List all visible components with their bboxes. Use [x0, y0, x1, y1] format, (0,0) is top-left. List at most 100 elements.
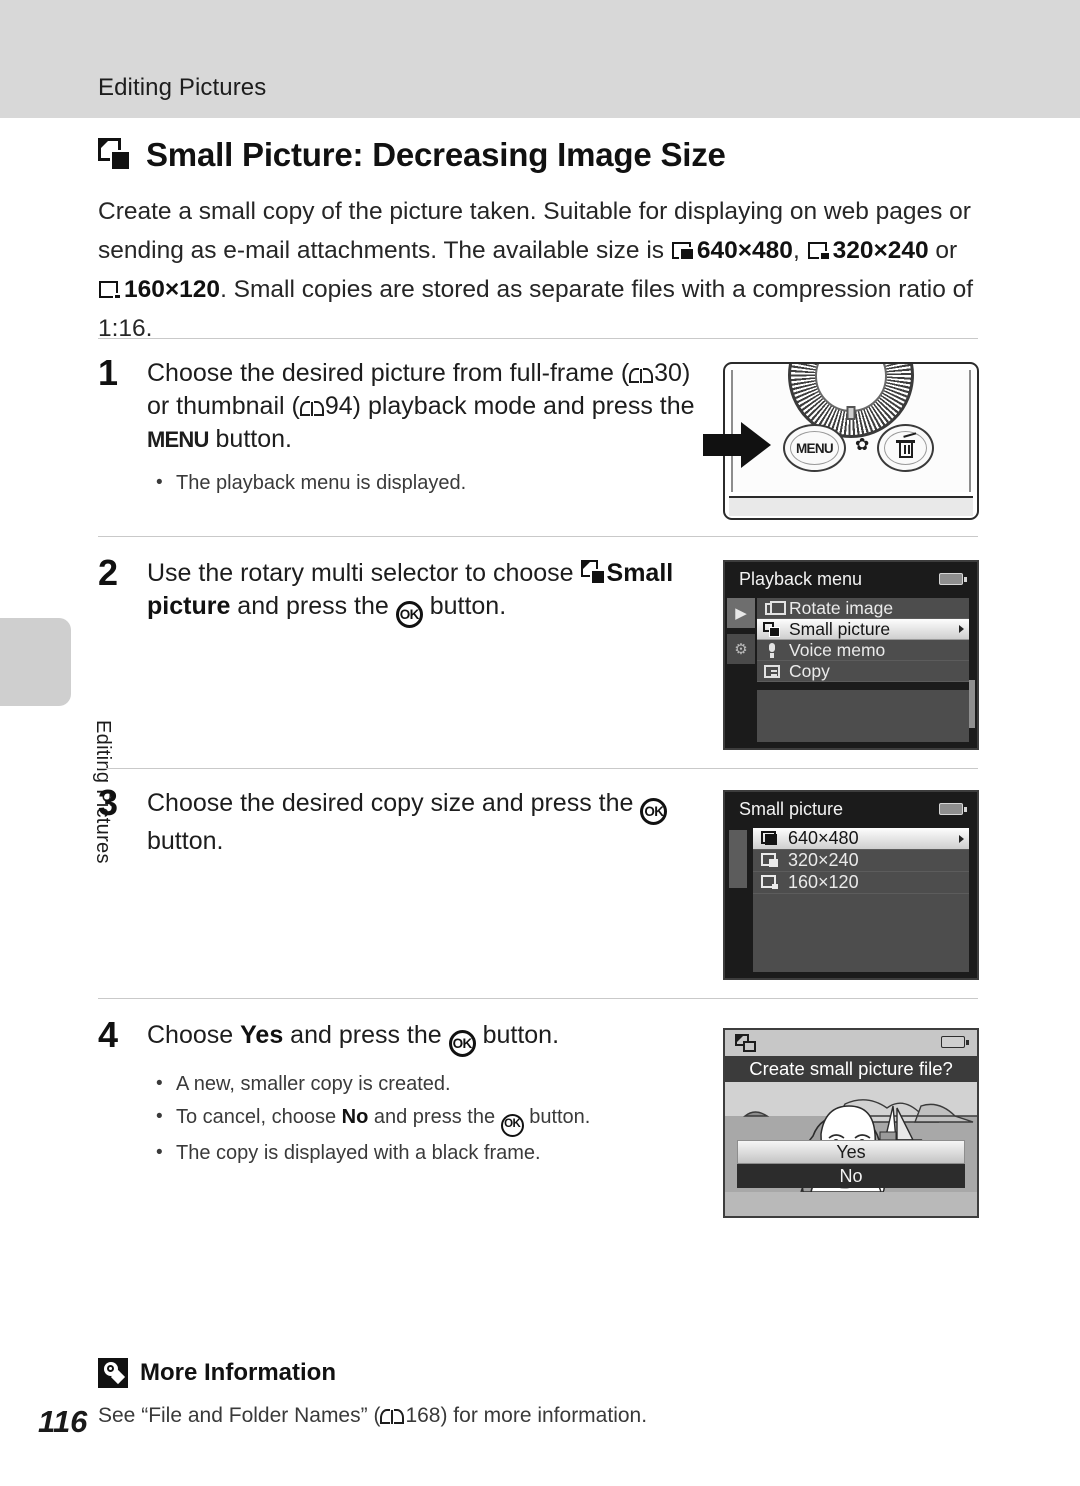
bullet-text: button. [523, 1106, 591, 1128]
ok-button-glyph: OK [395, 601, 423, 628]
side-tab-label: Editing Pictures [92, 720, 114, 864]
running-head-text: Editing Pictures [98, 74, 267, 101]
size-option-list: 640×480 320×240 160×120 [753, 828, 969, 894]
size-option-label: 640×480 [788, 828, 859, 848]
intro-size-3: 160×120 [124, 276, 221, 303]
playback-menu-list: Rotate image Small picture Voice memo Co… [757, 598, 969, 682]
bullet-text: To cancel, choose [176, 1106, 342, 1128]
divider-4 [98, 998, 978, 999]
menu-tab-rail: ▶ ⚙ [727, 598, 757, 670]
camera-menu-button: MENU [783, 424, 846, 472]
intro-sep1: , [792, 237, 807, 264]
size-large-icon [761, 830, 780, 847]
small-picture-title-text: Small picture [739, 798, 844, 819]
menu-empty-area [753, 894, 969, 972]
page-title: Small Picture: Decreasing Image Size [98, 136, 958, 174]
bullet-bold-no: No [341, 1106, 369, 1128]
running-head-band: Editing Pictures [0, 0, 1080, 118]
confirm-buttons: Yes No [737, 1140, 965, 1188]
small-picture-icon [763, 621, 782, 638]
book-ref-icon [380, 1408, 405, 1425]
menu-item-voice-memo[interactable]: Voice memo [757, 640, 969, 661]
menu-item-label: Small picture [789, 618, 891, 639]
bullet: The copy is displayed with a black frame… [147, 1136, 707, 1170]
bullet: A new, smaller copy is created. [147, 1067, 707, 1101]
menu-item-copy[interactable]: Copy [757, 661, 969, 682]
step-3-text: Choose the desired copy size and press t… [147, 787, 707, 858]
battery-icon [941, 1036, 969, 1048]
more-info-text-a: See “File and Folder Names” ( [98, 1404, 381, 1427]
menu-item-label: Voice memo [789, 639, 886, 660]
confirm-status-bar [725, 1030, 977, 1056]
step-2-number: 2 [98, 552, 119, 593]
intro-size-2: 320×240 [832, 237, 929, 264]
step-1-bullets: The playback menu is displayed. [147, 466, 707, 500]
camera-menu-button-label: MENU [796, 440, 834, 456]
size-option-label: 320×240 [788, 850, 859, 870]
menu-button-glyph: MENU [147, 427, 209, 452]
divider-1 [98, 338, 978, 339]
playback-menu-title-text: Playback menu [739, 568, 863, 589]
ok-button-glyph: OK [640, 798, 668, 825]
divider-2 [98, 536, 978, 537]
more-info-text-b: ) for more information. [440, 1404, 648, 1427]
bullet: The playback menu is displayed. [147, 466, 707, 500]
step-3-number: 3 [98, 782, 119, 823]
step-2-text-a: Use the rotary multi selector to choose [147, 559, 581, 587]
step-3-text-a: Choose the desired copy size and press t… [147, 789, 641, 817]
more-information-heading: More Information [98, 1358, 978, 1388]
step-4-text-a: Choose [147, 1021, 241, 1049]
size-option-320x240[interactable]: 320×240 [753, 850, 969, 872]
size-option-label: 160×120 [788, 872, 859, 892]
step-1-text-c: ) playback mode and press the [352, 392, 695, 420]
voice-memo-mic-icon [763, 642, 782, 659]
pointer-arrow-icon [703, 422, 777, 468]
page-number: 116 [38, 1404, 88, 1439]
confirm-yes-button[interactable]: Yes [737, 1140, 965, 1164]
confirm-question: Create small picture file? [725, 1056, 977, 1082]
book-ref-icon [299, 400, 324, 417]
confirm-no-label: No [839, 1165, 863, 1186]
scrollbar[interactable] [969, 680, 975, 728]
size-medium-icon [761, 852, 780, 869]
more-information-title: More Information [140, 1359, 336, 1386]
trash-delete-icon [896, 432, 918, 459]
size-small-icon [761, 874, 780, 891]
step-3-text-b: button. [147, 827, 224, 855]
small-picture-icon [580, 560, 607, 586]
size-option-160x120[interactable]: 160×120 [753, 872, 969, 894]
page-title-text: Small Picture: Decreasing Image Size [146, 136, 726, 173]
confirm-yes-label: Yes [836, 1141, 866, 1162]
intro-paragraph: Create a small copy of the picture taken… [98, 192, 978, 348]
menu-item-label: Rotate image [789, 597, 894, 618]
dial-nub [846, 406, 856, 420]
step-4-text-c: button. [475, 1021, 560, 1049]
step-1-text: Choose the desired picture from full-fra… [147, 357, 707, 456]
step-4-bullets: A new, smaller copy is created. To cance… [147, 1067, 707, 1170]
macro-flower-icon: ✿ [855, 435, 870, 454]
setup-wrench-tab-icon[interactable]: ⚙ [727, 634, 755, 664]
menu-empty-area [757, 690, 969, 742]
menu-item-small-picture[interactable]: Small picture [757, 619, 969, 640]
book-ref-icon [629, 367, 654, 384]
manual-page: Editing Pictures Editing Pictures Small … [0, 0, 1080, 1486]
step-4-bold-yes: Yes [240, 1021, 284, 1049]
small-picture-icon [98, 138, 132, 172]
step-4-text-b: and press the [283, 1021, 449, 1049]
confirm-screen: Create small picture file? Yes No [723, 1028, 979, 1218]
playback-tab-icon[interactable]: ▶ [727, 598, 755, 628]
step-4-text: Choose Yes and press the OK button. [147, 1019, 707, 1057]
size-option-640x480[interactable]: 640×480 [753, 828, 969, 850]
step-1-number: 1 [98, 352, 119, 393]
menu-item-rotate-image[interactable]: Rotate image [757, 598, 969, 619]
battery-icon [939, 803, 967, 815]
step-2-text-b: and press the [230, 592, 396, 620]
bullet-text: The copy is displayed with a black frame… [176, 1142, 541, 1164]
lightbulb-icon [98, 1358, 128, 1388]
confirm-no-button[interactable]: No [737, 1164, 965, 1188]
side-thumb-tab [0, 618, 71, 706]
bullet-text: A new, smaller copy is created. [176, 1073, 451, 1095]
step-1-ref-a: 30 [654, 359, 682, 387]
confirm-question-text: Create small picture file? [749, 1058, 953, 1079]
bullet-text: and press the [368, 1106, 501, 1128]
